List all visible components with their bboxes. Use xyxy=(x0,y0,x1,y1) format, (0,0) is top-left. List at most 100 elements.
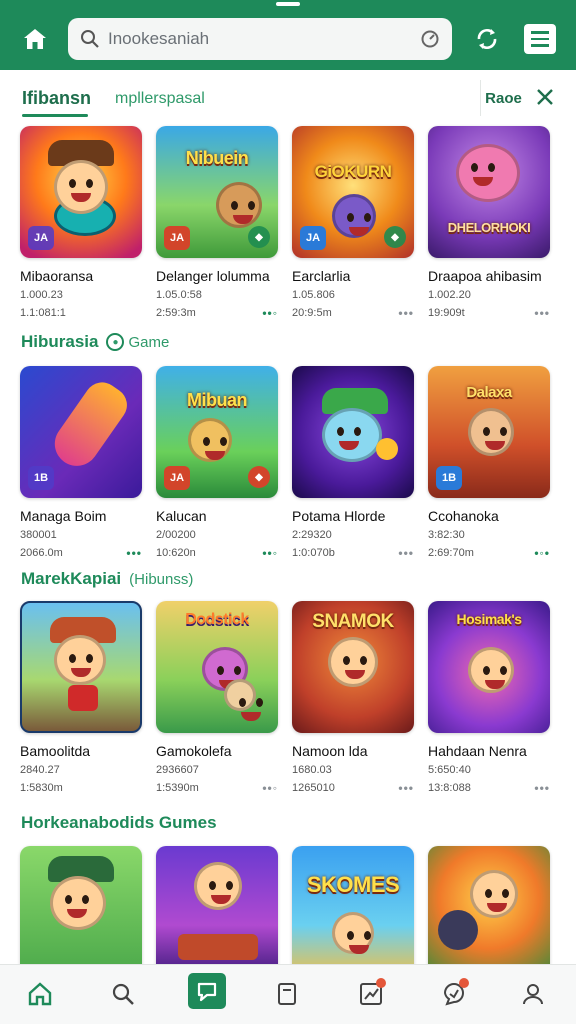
game-card[interactable]: Hosimak's Hahdaan Nenra 5:650:40 13:8:08… xyxy=(428,601,552,795)
game-card[interactable]: Dodstick Gamokolefa 2936607 1:5390m ••◦ xyxy=(156,601,280,795)
game-size: 1.1:081:1 xyxy=(20,307,66,319)
game-card[interactable]: JA Mibaoransa 1.000.23 1.1:081:1 xyxy=(20,126,144,320)
search-icon xyxy=(112,983,134,1005)
search-icon xyxy=(81,30,99,48)
game-card[interactable]: 1B Managa Boim 380001 2066.0m ••• xyxy=(20,366,144,560)
game-card[interactable] xyxy=(428,846,552,978)
game-card[interactable]: SKOMES xyxy=(292,846,416,978)
game-thumbnail[interactable]: Mibuan JA ◆ xyxy=(156,366,278,498)
game-card[interactable]: GiOKURN JA ◆ Earclarlia 1.05.806 20:9:5m… xyxy=(292,126,416,320)
game-thumbnail[interactable] xyxy=(292,366,414,498)
game-art xyxy=(438,910,478,950)
game-thumbnail[interactable]: JA xyxy=(20,126,142,258)
game-card[interactable] xyxy=(20,846,144,978)
nav-profile[interactable] xyxy=(516,977,550,1011)
search-bar[interactable] xyxy=(68,18,452,60)
game-badge: JA xyxy=(300,226,326,250)
nav-search[interactable] xyxy=(106,977,140,1011)
home-icon xyxy=(28,982,52,1006)
game-thumbnail[interactable]: SNAMOK xyxy=(292,601,414,733)
game-art xyxy=(50,876,106,930)
game-downloads: 5:650:40 xyxy=(428,764,471,776)
game-art xyxy=(322,408,382,462)
game-thumbnail[interactable] xyxy=(20,601,142,733)
game-card[interactable] xyxy=(156,846,280,978)
game-logo: GiOKURN xyxy=(314,162,392,181)
game-art xyxy=(54,635,106,685)
more-options-icon[interactable]: ••◦ xyxy=(262,306,278,320)
section-badge[interactable]: ● Game xyxy=(106,333,169,351)
section-title-text: Horkeanabodids Gumes xyxy=(21,813,217,832)
more-options-icon[interactable]: ••◦ xyxy=(262,546,278,560)
game-card[interactable]: Bamoolitda 2840.27 1:5830m xyxy=(20,601,144,795)
game-badge-icon: ◆ xyxy=(248,226,270,248)
game-size: 1:5830m xyxy=(20,782,63,794)
game-thumbnail[interactable]: Nibuein JA ◆ xyxy=(156,126,278,258)
nav-library[interactable] xyxy=(270,977,304,1011)
game-downloads: 1680.03 xyxy=(292,764,332,776)
game-card[interactable]: Potama Hlorde 2:29320 1:0:070b ••• xyxy=(292,366,416,560)
game-thumbnail[interactable]: Dodstick xyxy=(156,601,278,733)
game-thumbnail[interactable]: Hosimak's xyxy=(428,601,550,733)
game-title: Managa Boim xyxy=(20,508,107,524)
game-art xyxy=(68,685,98,711)
voice-search-icon[interactable] xyxy=(420,29,440,49)
more-options-icon[interactable]: ••• xyxy=(534,781,550,795)
game-title: Kalucan xyxy=(156,508,207,524)
game-art xyxy=(46,375,134,475)
more-options-icon[interactable]: ••◦ xyxy=(262,781,278,795)
game-art xyxy=(188,418,232,462)
nav-updates[interactable] xyxy=(354,977,388,1011)
game-thumbnail[interactable] xyxy=(20,846,142,978)
game-icon: ● xyxy=(106,333,125,351)
sync-icon xyxy=(477,28,497,50)
game-art xyxy=(178,934,258,960)
section-badge-label: Game xyxy=(128,333,170,351)
tab-side-button[interactable]: Raoe xyxy=(480,80,526,116)
game-art xyxy=(332,912,374,954)
nav-games[interactable] xyxy=(188,973,226,1009)
chat-bubble-icon xyxy=(197,982,217,1002)
game-thumbnail[interactable]: GiOKURN JA ◆ xyxy=(292,126,414,258)
more-options-icon[interactable]: •◦• xyxy=(534,546,550,560)
tab-active[interactable]: Ifibansn xyxy=(22,88,91,109)
more-options-icon[interactable]: ••• xyxy=(126,546,142,560)
game-card[interactable]: DHELORHOKI Draapoa ahibasim 1.002.20 19:… xyxy=(428,126,552,320)
nav-home[interactable] xyxy=(23,977,57,1011)
game-thumbnail[interactable] xyxy=(428,846,550,978)
game-art xyxy=(332,194,376,238)
game-art xyxy=(470,870,518,918)
more-options-icon[interactable]: ••• xyxy=(398,546,414,560)
game-badge: JA xyxy=(28,226,54,250)
game-title: Hahdaan Nenra xyxy=(428,743,527,759)
nav-offers[interactable] xyxy=(437,977,471,1011)
search-input[interactable] xyxy=(108,24,420,54)
tab-indicator xyxy=(22,114,88,117)
game-art xyxy=(468,647,514,693)
game-thumbnail[interactable]: DHELORHOKI xyxy=(428,126,550,258)
sync-button[interactable] xyxy=(470,22,504,56)
menu-line xyxy=(531,31,549,34)
game-thumbnail[interactable]: Dalaxa 1B xyxy=(428,366,550,498)
home-button[interactable] xyxy=(18,22,52,56)
game-thumbnail[interactable] xyxy=(156,846,278,978)
game-thumbnail[interactable]: SKOMES xyxy=(292,846,414,978)
game-size: 13:8:088 xyxy=(428,782,471,794)
game-card[interactable]: Dalaxa 1B Ccohanoka 3:82:30 2:69:70m •◦• xyxy=(428,366,552,560)
close-button[interactable] xyxy=(534,86,556,108)
more-options-icon[interactable]: ••• xyxy=(534,306,550,320)
game-thumbnail[interactable]: 1B xyxy=(20,366,142,498)
game-downloads: 2:29320 xyxy=(292,529,332,541)
game-card[interactable]: Nibuein JA ◆ Delanger lolumma 1.05.0:58 … xyxy=(156,126,280,320)
section-title: Hiburasia ● Game xyxy=(21,332,169,352)
game-downloads: 1.05.0:58 xyxy=(156,289,202,301)
menu-button[interactable] xyxy=(524,24,556,54)
more-options-icon[interactable]: ••• xyxy=(398,781,414,795)
game-card[interactable]: SNAMOK Namoon lda 1680.03 1265010 ••• xyxy=(292,601,416,795)
game-downloads: 1.002.20 xyxy=(428,289,471,301)
game-title: Gamokolefa xyxy=(156,743,232,759)
tab-secondary[interactable]: mpllerspasal xyxy=(115,90,205,108)
game-logo: SNAMOK xyxy=(312,611,394,632)
more-options-icon[interactable]: ••• xyxy=(398,306,414,320)
game-card[interactable]: Mibuan JA ◆ Kalucan 2/00200 10:620n ••◦ xyxy=(156,366,280,560)
